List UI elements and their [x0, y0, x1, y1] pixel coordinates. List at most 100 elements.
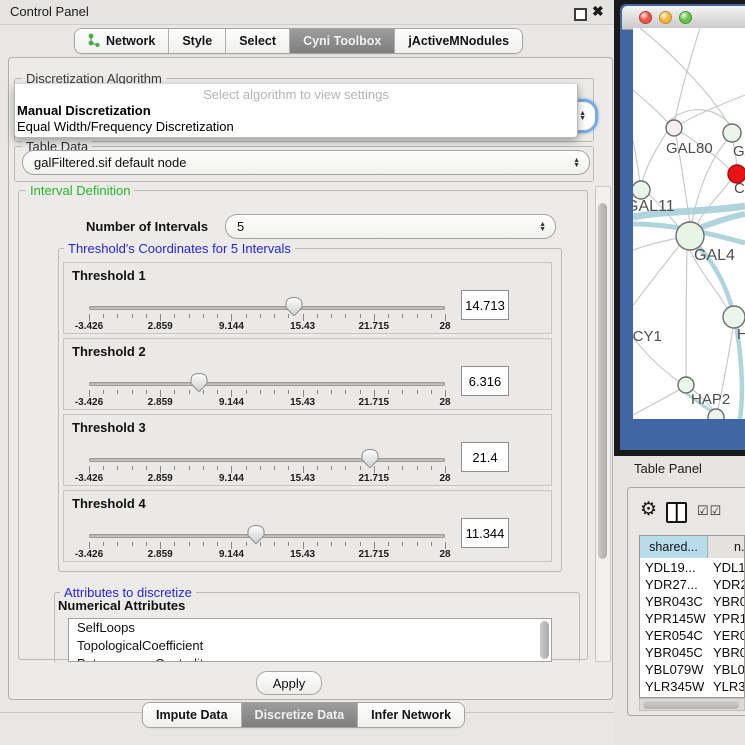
slider-tick — [103, 542, 104, 546]
table-data-combobox[interactable]: galFiltered.sif default node ▲▼ — [22, 150, 590, 175]
slider-tick — [132, 390, 133, 394]
apply-button[interactable]: Apply — [256, 671, 322, 695]
slider-tick — [374, 390, 375, 397]
split-columns-icon[interactable] — [666, 502, 687, 523]
tab-style[interactable]: Style — [169, 29, 226, 53]
tab-select[interactable]: Select — [226, 29, 290, 53]
slider-tick-label: -3.426 — [75, 473, 103, 484]
slider-tick — [317, 542, 318, 546]
threshold-value-field[interactable]: 6.316 — [461, 366, 509, 396]
slider-tick — [89, 542, 90, 549]
table-cell-shared-name[interactable]: YLR345W — [645, 679, 704, 694]
slider-tick — [274, 390, 275, 394]
table-hscrollbar-thumb[interactable] — [643, 701, 739, 709]
table-cell-name[interactable]: YER0 — [713, 628, 745, 643]
table-cell-name[interactable]: YLR3 — [713, 679, 745, 694]
column-header-name[interactable]: n... — [708, 536, 745, 558]
threshold-value-field[interactable]: 21.4 — [461, 442, 509, 472]
slider-tick — [146, 314, 147, 318]
minimize-traffic-light-icon[interactable] — [659, 11, 672, 24]
slider-tick — [160, 390, 161, 397]
slider-tick — [117, 314, 118, 318]
table-cell-name[interactable]: YDL1 — [713, 560, 745, 575]
table-panel-title: Table Panel — [634, 461, 702, 476]
slider-handle[interactable] — [189, 372, 209, 393]
slider-tick — [160, 542, 161, 549]
numerical-attributes-label: Numerical Attributes — [58, 598, 185, 613]
network-canvas[interactable]: GAL80GACGAL11GAL4GCY1HHAP2 — [633, 28, 745, 419]
network-node[interactable] — [708, 409, 724, 419]
slider-handle[interactable] — [246, 524, 266, 545]
slider-tick — [203, 466, 204, 470]
attribute-list-item[interactable]: BetweennessCentrality — [69, 655, 551, 662]
slider-tick — [274, 466, 275, 470]
zoom-traffic-light-icon[interactable] — [679, 11, 692, 24]
table-cell-shared-name[interactable]: YBL079W — [645, 662, 704, 677]
network-node[interactable] — [723, 306, 745, 328]
number-of-intervals-combobox[interactable]: 5 ▲▼ — [225, 214, 556, 239]
slider-tick-label: 2.859 — [148, 473, 173, 484]
slider-tick — [417, 542, 418, 546]
table-cell-shared-name[interactable]: YDL19... — [645, 560, 696, 575]
slider-tick-label: 9.144 — [219, 321, 244, 332]
table-cell-shared-name[interactable]: YER054C — [645, 628, 703, 643]
slider-handle[interactable] — [284, 296, 304, 317]
table-cell-shared-name[interactable]: YPR145W — [645, 611, 706, 626]
slider-tick — [203, 314, 204, 318]
slider-tick — [217, 314, 218, 318]
slider-track[interactable] — [89, 458, 445, 462]
panel-scrollbar-track[interactable] — [595, 186, 611, 662]
table-cell-name[interactable]: YBR0 — [713, 594, 745, 609]
tab-impute-data[interactable]: Impute Data — [143, 703, 242, 727]
slider-handle[interactable] — [360, 448, 380, 469]
table-cell-shared-name[interactable]: YBR043C — [645, 594, 703, 609]
column-checkboxes-icon[interactable]: ☑☑ — [697, 503, 722, 519]
slider-tick — [246, 466, 247, 470]
slider-tick — [360, 314, 361, 318]
table-hscrollbar-track[interactable] — [639, 698, 745, 711]
tab-infer-network[interactable]: Infer Network — [358, 703, 464, 727]
attribute-list-item[interactable]: SelfLoops — [69, 619, 551, 637]
network-icon — [88, 33, 101, 50]
slider-tick — [445, 542, 446, 549]
slider-tick-label: 21.715 — [359, 397, 390, 408]
slider-tick — [246, 390, 247, 394]
gear-icon[interactable]: ⚙ — [640, 499, 657, 521]
tab-cyni-toolbox[interactable]: Cyni Toolbox — [290, 29, 395, 53]
attribute-list-item[interactable]: TopologicalCoefficient — [69, 637, 551, 655]
slider-tick — [331, 390, 332, 394]
close-icon[interactable]: ✖ — [592, 3, 604, 20]
threshold-value-field[interactable]: 14.713 — [461, 290, 509, 320]
tab-discretize-data[interactable]: Discretize Data — [242, 703, 359, 727]
table-cell-name[interactable]: YBL0 — [713, 662, 745, 677]
network-node[interactable] — [633, 181, 650, 199]
network-node[interactable] — [676, 222, 704, 250]
table-cell-shared-name[interactable]: YDR27... — [645, 577, 698, 592]
numerical-attributes-list[interactable]: SelfLoopsTopologicalCoefficientBetweenne… — [68, 618, 552, 662]
close-traffic-light-icon[interactable] — [639, 11, 652, 24]
popup-option-equal-width[interactable]: Equal Width/Frequency Discretization — [17, 119, 234, 134]
slider-track[interactable] — [89, 382, 445, 386]
slider-track[interactable] — [89, 534, 445, 538]
slider-track[interactable] — [89, 306, 445, 310]
tab-network[interactable]: Network — [75, 29, 169, 53]
network-node[interactable] — [723, 124, 741, 142]
panel-scrollbar-thumb[interactable] — [598, 203, 607, 559]
slider-tick-label: 2.859 — [148, 397, 173, 408]
table-cell-name[interactable]: YPR1 — [713, 611, 745, 626]
node-attribute-table[interactable]: shared...n... YDL19... YDL1 YDR27... YDR2 YBR… — [639, 535, 745, 698]
slider-tick — [146, 542, 147, 546]
float-window-icon[interactable] — [574, 8, 587, 21]
threshold-value-field[interactable]: 11.344 — [461, 518, 509, 548]
popup-option-manual[interactable]: Manual Discretization — [17, 103, 151, 118]
tab-label: Cyni Toolbox — [303, 34, 381, 48]
column-header-shared-name[interactable]: shared... — [640, 536, 708, 558]
slider-tick-label: 2.859 — [148, 549, 173, 560]
table-cell-shared-name[interactable]: YBR045C — [645, 645, 703, 660]
network-window-titlebar[interactable] — [622, 6, 745, 30]
table-cell-name[interactable]: YBR0 — [713, 645, 745, 660]
table-cell-name[interactable]: YDR2 — [713, 577, 745, 592]
tab-jactivemnodules[interactable]: jActiveMNodules — [395, 29, 522, 53]
network-node[interactable] — [666, 120, 682, 136]
list-scrollbar-thumb[interactable] — [540, 621, 549, 659]
